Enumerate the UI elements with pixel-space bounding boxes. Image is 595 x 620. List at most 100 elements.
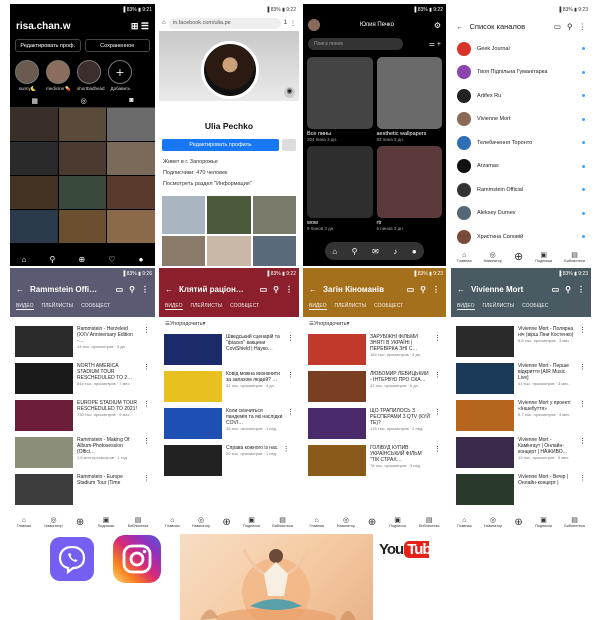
menu-icon[interactable]: ⋮ [143,326,150,357]
menu-icon[interactable]: ⋮ [579,437,586,468]
video-thumbnail[interactable] [164,445,222,476]
photo[interactable] [10,176,58,209]
menu-icon[interactable]: ⋮ [579,474,586,505]
video-thumbnail[interactable] [15,363,73,394]
cast-icon[interactable]: ▭ [407,285,415,294]
tab[interactable]: ПЛЕЙЛИСТЫ [42,303,74,310]
video-row[interactable]: Vivienne Mort - Перше відкриття [AIR Mus… [451,360,591,397]
plus-icon[interactable]: ⊞ ☰ [131,21,149,32]
cast-icon[interactable]: ▭ [260,285,268,294]
nav-explore[interactable]: ◎ Навигатор [484,516,502,528]
menu-icon[interactable]: ⋮ [141,285,149,294]
video-row[interactable]: Vivienne Mort у проекті «Іншебуття» 5,7 т… [451,397,591,434]
nav-library[interactable]: ▤ Библиотека [564,516,585,528]
url-bar[interactable]: m.facebook.com/ulia.pe [168,17,281,29]
video-thumbnail[interactable] [164,334,222,365]
board[interactable]: wow 9 пинов 3 дн. [307,146,373,231]
video-row[interactable]: Vivienne Mort - Камінгаут | Онлайн-конце… [451,434,591,471]
menu-icon[interactable]: ⋮ [287,371,294,402]
video-row[interactable]: ЗАРУБІЖНІ ФІЛЬМИ ЗНЯТІ В УКРАЇНІ | ПЕРЕВ… [303,331,446,368]
video-thumbnail[interactable] [308,445,366,476]
photo[interactable] [252,236,296,266]
back-icon[interactable]: ← [457,285,465,294]
channel-item[interactable]: Твоя Підпільна Гуманітарка [451,61,591,85]
menu-icon[interactable]: ⋮ [287,334,294,365]
nav-home[interactable]: ⌂ Главная [457,517,471,528]
add-highlight[interactable]: + Добавить [108,60,133,92]
video-row[interactable]: Vivienne Mort - Полярна ніч (вірш Ліни К… [451,323,591,360]
search-icon[interactable]: ⚲ [567,22,573,31]
video-row[interactable]: EUROPE STADIUM TOUR RESCHEDULED TO 2021!… [10,397,155,434]
video-row[interactable]: Rammstein - Making Of Album-Photosession… [10,434,155,471]
video-thumbnail[interactable] [15,326,73,357]
menu-icon[interactable]: ⋮ [290,20,296,27]
video-thumbnail[interactable] [456,400,514,431]
video-row[interactable]: Rammstein - Herzeleid (XXV Anniversary E… [10,323,155,360]
username[interactable]: risa.chan.w [16,21,70,32]
saved-button[interactable]: Сохраненное [84,39,150,52]
back-icon[interactable]: ← [165,285,173,294]
tab-count[interactable]: 1 [284,20,287,26]
nav-add[interactable]: ⊕ [514,250,523,263]
nav-subscriptions[interactable]: ▣ Подписки [389,516,406,528]
highlight[interactable]: medicine 💊 [46,60,71,92]
menu-icon[interactable]: ⋮ [285,285,293,294]
menu-icon[interactable]: ⋮ [283,445,290,476]
channel-item[interactable]: Телебачення Торонто [451,131,591,155]
tab[interactable]: ВИДЕО [457,303,475,310]
nav-subscriptions[interactable]: ▣ Подписки [535,516,552,528]
menu-icon[interactable]: ⋮ [143,400,150,431]
tab[interactable]: СООБЩЕСТ [230,303,259,310]
nav-subscriptions[interactable]: ▣ Подписки [243,516,260,528]
cast-icon[interactable]: ▭ [552,285,560,294]
nav-add[interactable]: ⊕ [368,517,376,528]
video-thumbnail[interactable] [164,408,222,439]
nav-explore[interactable]: ◎ Навигатор [44,516,62,528]
photo[interactable] [10,210,58,243]
video-row[interactable]: NORTH AMERICA STADIUM TOUR RESCHEDULED T… [10,360,155,397]
tab[interactable]: СООБЩЕСТ [374,303,403,310]
photo[interactable] [207,196,251,234]
tab[interactable]: ВИДЕО [309,303,327,310]
avatar[interactable]: ● [139,255,144,264]
video-thumbnail[interactable] [456,437,514,468]
back-icon[interactable]: ← [456,22,464,31]
back-icon[interactable]: ← [16,285,24,294]
photo[interactable] [58,142,107,175]
menu-icon[interactable]: ⋮ [143,474,150,505]
photo[interactable] [162,236,206,266]
video-thumbnail[interactable] [308,334,366,365]
nav-home[interactable]: ⌂ Главная [457,252,471,263]
photo[interactable] [107,176,155,209]
heart-icon[interactable]: ♡ [108,255,115,264]
nav-home[interactable]: ⌂ Главная [309,517,323,528]
info-link[interactable]: Посмотреть раздел "Информация" [163,179,295,190]
video-row[interactable]: ЛЮБОМИР ЛЕВИЦЬКИЙ - ІНТЕРВ’Ю ПРО СКА… 43 … [303,368,446,405]
photo[interactable] [107,210,155,243]
video-row[interactable]: Справа кожного із нас. 20 тыс. просмотров… [159,442,299,479]
tab[interactable]: ПЛЕЙЛИСТЫ [191,303,223,310]
nav-add[interactable]: ⊕ [222,517,230,528]
nav-subscriptions[interactable]: ▣ Подписки [535,251,552,263]
photo[interactable] [162,196,206,234]
photo[interactable] [58,108,107,141]
photo[interactable] [252,196,296,234]
menu-icon[interactable]: ⋮ [579,363,586,394]
video-thumbnail[interactable] [456,363,514,394]
highlight[interactable]: sunny🌜 [15,60,40,92]
channel-item[interactable]: Aleksey Durnev [451,202,591,226]
edit-profile-button[interactable]: Редактировать проф. [15,39,81,52]
tab[interactable]: ПЛЕЙЛИСТЫ [483,303,515,310]
nav-library[interactable]: ▤ Библиотека [128,516,149,528]
photo[interactable] [10,142,58,175]
video-row[interactable]: Vivienne Mort - Вечір | Онлайн-концерт |… [451,471,591,508]
more-button[interactable] [282,139,296,151]
video-thumbnail[interactable] [15,437,73,468]
avatar[interactable]: ● [412,247,417,256]
sort-button[interactable]: ☰ Упорядочить ▾ [303,317,446,331]
back-icon[interactable]: ← [309,285,317,294]
menu-icon[interactable]: ⋮ [577,285,585,294]
channel-item[interactable]: Vivienne Mort [451,108,591,132]
nav-subscriptions[interactable]: ▣ Подписки [98,516,115,528]
cast-icon[interactable]: ▭ [116,285,124,294]
